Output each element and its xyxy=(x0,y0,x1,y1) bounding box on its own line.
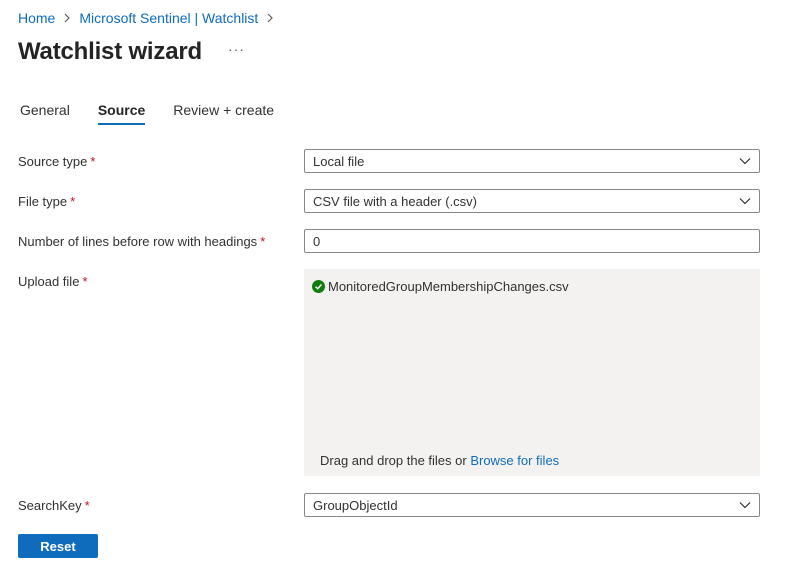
lines-before-label-text: Number of lines before row with headings xyxy=(18,234,258,249)
search-key-label-text: SearchKey xyxy=(18,498,82,513)
drop-instructions: Drag and drop the files or Browse for fi… xyxy=(320,453,559,468)
lines-before-input[interactable]: 0 xyxy=(304,229,760,253)
search-key-label: SearchKey * xyxy=(18,498,90,513)
chevron-down-icon xyxy=(731,501,759,509)
breadcrumb-home-link[interactable]: Home xyxy=(18,10,55,26)
chevron-right-icon xyxy=(266,13,274,23)
upload-dropzone[interactable]: MonitoredGroupMembershipChanges.csv Drag… xyxy=(304,269,760,476)
search-key-value: GroupObjectId xyxy=(313,497,398,513)
file-type-label-text: File type xyxy=(18,194,68,209)
file-type-label: File type * xyxy=(18,194,75,209)
tab-source[interactable]: Source xyxy=(97,102,146,125)
more-options-button[interactable]: ··· xyxy=(228,41,245,63)
breadcrumb-watchlist-link[interactable]: Microsoft Sentinel | Watchlist xyxy=(79,10,258,26)
page-title: Watchlist wizard xyxy=(18,38,202,65)
chevron-right-icon xyxy=(63,13,71,23)
required-marker: * xyxy=(84,498,90,513)
file-type-value: CSV file with a header (.csv) xyxy=(313,193,478,209)
tab-review-create[interactable]: Review + create xyxy=(173,102,274,124)
source-type-label-text: Source type xyxy=(18,154,88,169)
tab-general[interactable]: General xyxy=(20,102,70,124)
required-marker: * xyxy=(70,194,76,209)
uploaded-file: MonitoredGroupMembershipChanges.csv xyxy=(312,279,569,294)
source-type-label: Source type * xyxy=(18,154,95,169)
upload-file-label-text: Upload file xyxy=(18,274,80,289)
title-row: Watchlist wizard ··· xyxy=(18,38,245,66)
uploaded-file-name: MonitoredGroupMembershipChanges.csv xyxy=(328,279,569,294)
wizard-tabs: General Source Review + create xyxy=(20,102,302,125)
breadcrumb: Home Microsoft Sentinel | Watchlist xyxy=(18,10,282,26)
file-type-dropdown[interactable]: CSV file with a header (.csv) xyxy=(304,189,760,213)
chevron-down-icon xyxy=(731,157,759,165)
drop-text: Drag and drop the files or xyxy=(320,453,471,468)
lines-before-value: 0 xyxy=(313,233,321,249)
required-marker: * xyxy=(82,274,88,289)
lines-before-label: Number of lines before row with headings… xyxy=(18,234,265,249)
chevron-down-icon xyxy=(731,197,759,205)
upload-file-label: Upload file * xyxy=(18,274,88,289)
search-key-dropdown[interactable]: GroupObjectId xyxy=(304,493,760,517)
browse-files-link[interactable]: Browse for files xyxy=(470,453,559,468)
source-type-value: Local file xyxy=(313,153,365,169)
source-type-dropdown[interactable]: Local file xyxy=(304,149,760,173)
required-marker: * xyxy=(260,234,266,249)
success-check-icon xyxy=(312,280,325,293)
required-marker: * xyxy=(90,154,96,169)
reset-button[interactable]: Reset xyxy=(18,534,98,558)
